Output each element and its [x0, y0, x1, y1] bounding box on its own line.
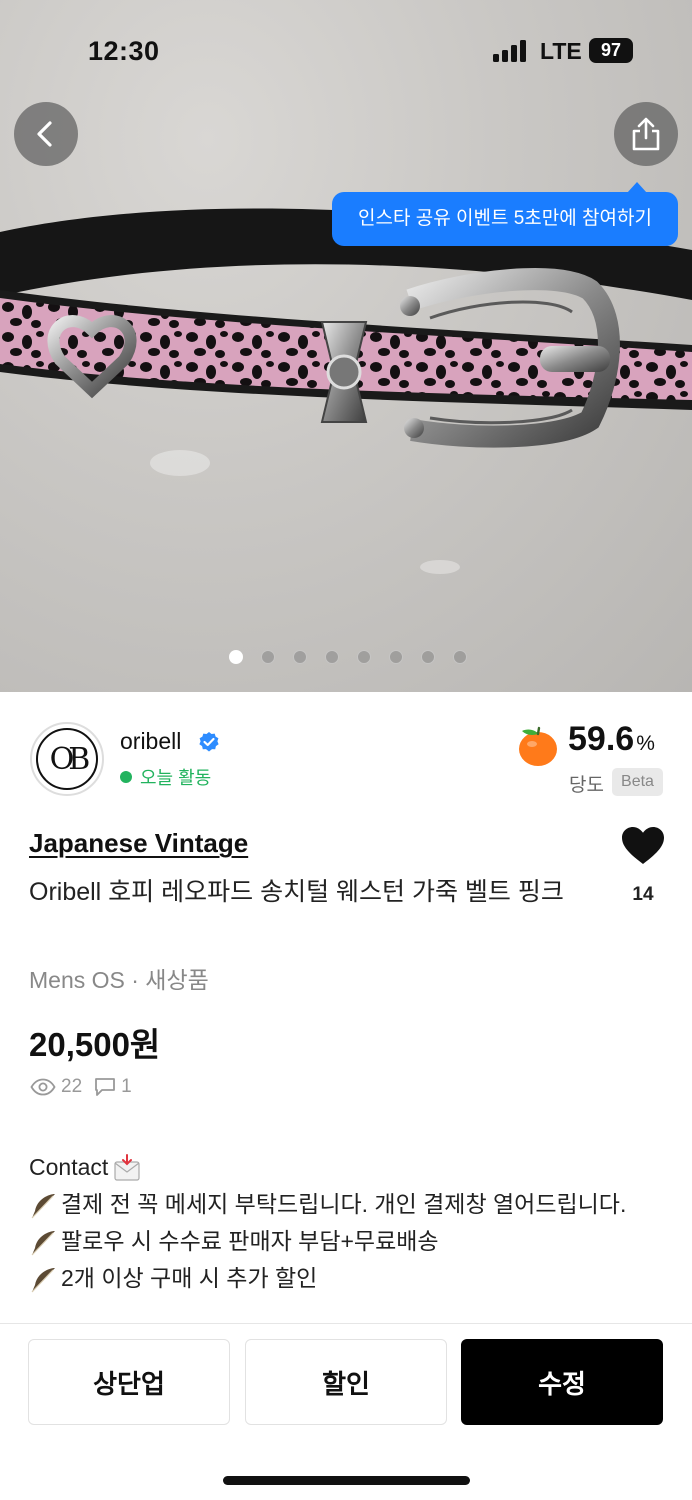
feather-icon [31, 1267, 55, 1292]
pagination-dot[interactable] [453, 650, 467, 664]
sweetness-score: 59.6% [568, 720, 655, 759]
description-line: 팔로우 시 수수료 판매자 부담+무료배송 [29, 1223, 626, 1260]
pagination-dot[interactable] [229, 650, 243, 664]
seller-logo: OB [36, 728, 98, 790]
active-dot-icon [120, 771, 132, 783]
status-time: 12:30 [88, 36, 160, 66]
share-icon [632, 117, 660, 151]
product-title: Oribell 호피 레오파드 송치털 웨스턴 가죽 벨트 핑크 [29, 878, 564, 906]
like-count: 14 [632, 884, 654, 905]
seller-name[interactable]: oribell [120, 728, 181, 755]
description-line: 2개 이상 구매 시 추가 할인 [29, 1260, 626, 1297]
sweetness-unit: % [636, 732, 655, 755]
product-stats: 22 1 [30, 1076, 144, 1098]
image-pagination [229, 650, 467, 664]
status-bar: 12:30 LTE 97 [0, 0, 692, 100]
battery-icon: 97 [589, 38, 633, 63]
persimmon-icon [519, 726, 557, 766]
home-indicator[interactable] [223, 1476, 470, 1485]
description-line: 결제 전 꼭 메세지 부탁드립니다. 개인 결제창 열어드립니다. [29, 1186, 626, 1223]
description-text: 팔로우 시 수수료 판매자 부담+무료배송 [61, 1228, 439, 1254]
beta-badge: Beta [612, 768, 663, 796]
description-text: 2개 이상 구매 시 추가 할인 [61, 1265, 318, 1291]
share-button[interactable] [614, 102, 678, 166]
brand-link[interactable]: Japanese Vintage [29, 828, 248, 859]
back-button[interactable] [14, 102, 78, 166]
bump-button[interactable]: 상단업 [28, 1339, 230, 1425]
product-meta: Mens OS · 새상품 [29, 967, 209, 993]
signal-icon [493, 40, 529, 62]
bottom-bar-divider [0, 1323, 692, 1324]
view-count: 22 [61, 1076, 83, 1097]
heart-icon[interactable] [621, 826, 665, 866]
product-price: 20,500원 [29, 1026, 161, 1063]
pagination-dot[interactable] [293, 650, 307, 664]
activity-label: 오늘 활동 [140, 768, 212, 788]
network-type: LTE [540, 38, 582, 64]
comment-icon [95, 1078, 116, 1096]
description-text: 결제 전 꼭 메세지 부탁드립니다. 개인 결제창 열어드립니다. [61, 1191, 627, 1217]
pagination-dot[interactable] [261, 650, 275, 664]
contact-line: Contact [29, 1149, 626, 1186]
pagination-dot[interactable] [357, 650, 371, 664]
product-description: Contact 결제 전 꼭 메세지 부탁드립니다. 개인 결제창 열어드립니다… [29, 1149, 626, 1297]
product-image[interactable] [0, 0, 692, 692]
seller-avatar[interactable]: OB [30, 722, 104, 796]
belt-illustration [0, 208, 692, 448]
incoming-envelope-icon [114, 1153, 140, 1181]
eye-icon [30, 1078, 56, 1096]
sweetness-value: 59.6 [568, 720, 635, 758]
insta-share-tooltip[interactable]: 인스타 공유 이벤트 5초만에 참여하기 [332, 182, 678, 246]
sweetness-label: 당도 [569, 775, 604, 796]
chevron-left-icon [37, 121, 52, 147]
edit-button[interactable]: 수정 [461, 1339, 663, 1425]
seller-activity: 오늘 활동 [120, 764, 211, 790]
pagination-dot[interactable] [389, 650, 403, 664]
contact-label: Contact [29, 1154, 109, 1180]
verified-badge-icon [199, 732, 219, 752]
feather-icon [31, 1230, 55, 1255]
comment-count: 1 [121, 1076, 132, 1097]
pagination-dot[interactable] [325, 650, 339, 664]
discount-button[interactable]: 할인 [245, 1339, 447, 1425]
pagination-dot[interactable] [421, 650, 435, 664]
feather-icon [31, 1193, 55, 1218]
